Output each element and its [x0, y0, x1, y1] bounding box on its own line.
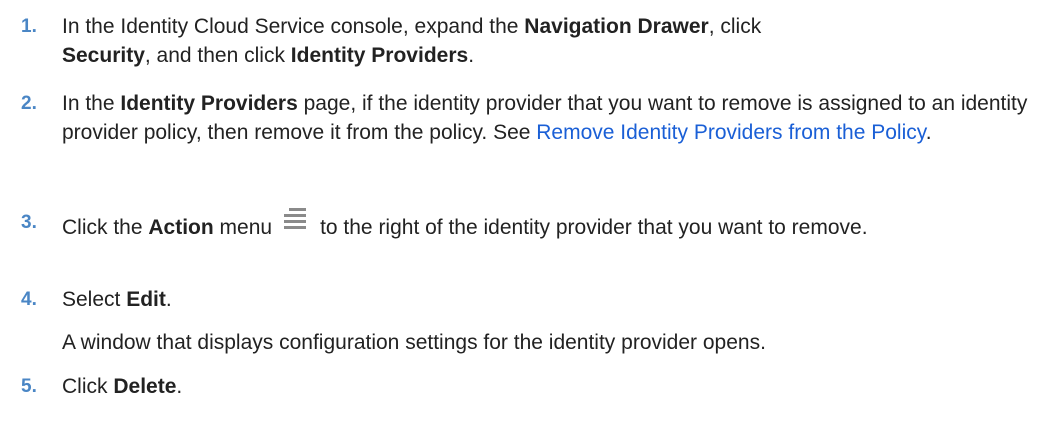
step-number: 3.	[21, 212, 37, 233]
ui-term-identity-providers: Identity Providers	[290, 44, 469, 67]
step-number: 1.	[21, 16, 37, 37]
step-text: Click the Action menu to the right of the…	[62, 208, 1035, 242]
ui-term-security: Security	[62, 44, 145, 67]
step-number: 2.	[21, 93, 37, 114]
step-text: Click Delete.	[62, 375, 183, 398]
ui-term-navigation-drawer: Navigation Drawer	[524, 15, 709, 38]
step-number: 4.	[21, 289, 37, 310]
step-number: 5.	[21, 376, 37, 397]
step-text: In the Identity Cloud Service console, e…	[62, 15, 762, 67]
ui-term-action: Action	[148, 216, 214, 239]
procedure-steps: 1. In the Identity Cloud Service console…	[0, 0, 1039, 427]
step-text: Select Edit.	[62, 288, 172, 311]
ui-term-edit: Edit	[126, 288, 166, 311]
action-menu-icon	[284, 208, 307, 229]
step-text: In the Identity Providers page, if the i…	[62, 92, 1028, 144]
remove-identity-providers-link[interactable]: Remove Identity Providers from the Polic…	[536, 121, 925, 144]
ui-term-identity-providers: Identity Providers	[120, 92, 298, 115]
step-result-note: A window that displays configuration set…	[62, 331, 766, 354]
ui-term-delete: Delete	[113, 375, 177, 398]
